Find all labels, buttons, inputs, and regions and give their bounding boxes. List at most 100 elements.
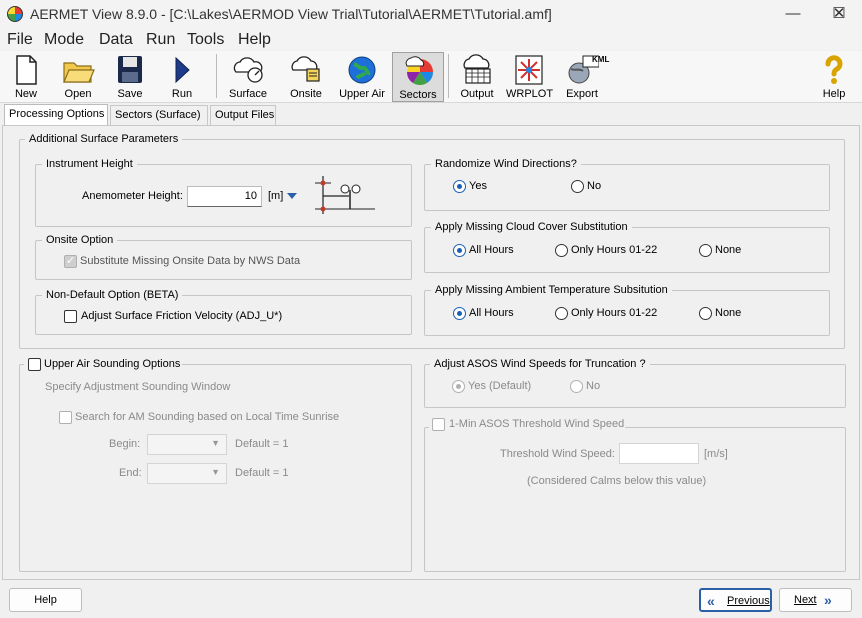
menu-help[interactable]: Help (238, 31, 271, 49)
chevron-down-icon: ▼ (211, 467, 220, 477)
sectors-label: Sectors (399, 89, 437, 101)
run-label: Run (171, 88, 193, 100)
open-button[interactable]: Open (56, 52, 100, 102)
cloud-all-hours-label: All Hours (469, 244, 514, 256)
threshold-checkbox[interactable] (432, 418, 445, 431)
chevron-right-icon: » (824, 592, 832, 608)
surface-label: Surface (229, 88, 267, 100)
menu-mode[interactable]: Mode (44, 31, 84, 49)
save-disk-icon (118, 56, 142, 83)
close-icon: ✕ (832, 5, 846, 22)
temp-none-radio[interactable] (699, 307, 712, 320)
threshold-title: 1-Min ASOS Threshold Wind Speed (449, 418, 625, 430)
randomize-yes-label: Yes (469, 180, 487, 192)
anemometer-unit: [m] (268, 190, 284, 202)
temp-only-hours-radio[interactable] (555, 307, 568, 320)
instrument-height-title: Instrument Height (42, 158, 137, 170)
cloud-none-label: None (715, 244, 742, 256)
tab-output-files[interactable]: Output Files (210, 105, 276, 125)
anemometer-height-label: Anemometer Height: (82, 190, 183, 202)
output-label: Output (460, 88, 494, 100)
save-button[interactable]: Save (108, 52, 152, 102)
non-default-title: Non-Default Option (BETA) (42, 289, 183, 301)
minimize-icon (770, 0, 816, 28)
ambient-temp-title: Apply Missing Ambient Temperature Subsit… (431, 284, 672, 296)
save-label: Save (117, 88, 143, 100)
cloud-cover-title: Apply Missing Cloud Cover Substitution (431, 221, 632, 233)
randomize-yes-radio[interactable] (453, 180, 466, 193)
tab-processing-options[interactable]: Processing Options (4, 104, 108, 126)
search-am-sounding-checkbox[interactable] (59, 411, 72, 424)
open-label: Open (64, 88, 92, 100)
tab-sectors-surface[interactable]: Sectors (Surface) (110, 105, 208, 125)
menu-tools[interactable]: Tools (187, 31, 224, 49)
upper-air-checkbox[interactable] (28, 358, 41, 371)
unit-dropdown-icon[interactable] (286, 192, 298, 200)
temp-none-label: None (715, 307, 742, 319)
end-select[interactable]: ▼ (147, 463, 227, 484)
run-button[interactable]: Run (160, 52, 204, 102)
onsite-weather-icon (291, 56, 320, 82)
asos-no-label: No (586, 380, 601, 392)
window-title: AERMET View 8.9.0 - [C:\Lakes\AERMOD Vie… (30, 6, 552, 22)
cloud-only-hours-label: Only Hours 01-22 (571, 244, 658, 256)
search-am-sounding-label: Search for AM Sounding based on Local Ti… (75, 411, 340, 423)
menu-run[interactable]: Run (146, 31, 175, 49)
kml-badge: KML (592, 55, 610, 64)
substitute-onsite-label: Substitute Missing Onsite Data by NWS Da… (80, 255, 301, 267)
threshold-label: Threshold Wind Speed: (500, 448, 615, 460)
randomize-no-radio[interactable] (571, 180, 584, 193)
upper-air-button[interactable]: Upper Air (336, 52, 388, 102)
sectors-button[interactable]: Sectors (392, 52, 444, 102)
begin-default: Default = 1 (235, 438, 289, 450)
surface-button[interactable]: Surface (222, 52, 274, 102)
new-file-icon (16, 55, 37, 85)
new-label: New (14, 88, 37, 100)
new-button[interactable]: New (4, 52, 48, 102)
anemometer-height-input[interactable]: 10 (187, 186, 262, 207)
sounding-window-label: Specify Adjustment Sounding Window (45, 381, 231, 393)
randomize-title: Randomize Wind Directions? (431, 158, 581, 170)
begin-select[interactable]: ▼ (147, 434, 227, 455)
menu-file[interactable]: File (7, 31, 33, 49)
adjust-friction-checkbox[interactable] (64, 310, 77, 323)
app-icon (7, 6, 23, 22)
help-toolbar-label: Help (822, 88, 846, 100)
threshold-unit: [m/s] (704, 448, 728, 460)
chevron-down-icon: ▼ (211, 438, 220, 448)
next-label: Next (794, 594, 817, 606)
wrplot-button[interactable]: WRPLOT (506, 52, 554, 102)
menu-data[interactable]: Data (99, 31, 133, 49)
toolbar-separator (216, 54, 217, 98)
previous-label: Previous (727, 595, 770, 607)
upper-air-title: Upper Air Sounding Options (44, 358, 181, 370)
wrplot-label: WRPLOT (506, 88, 554, 100)
export-button[interactable]: KML Export (558, 52, 610, 102)
anemometer-diagram-icon (315, 176, 375, 214)
asos-no-radio[interactable] (570, 380, 583, 393)
calms-note: (Considered Calms below this value) (527, 475, 707, 487)
cloud-all-hours-radio[interactable] (453, 244, 466, 257)
surface-weather-icon (233, 57, 263, 83)
substitute-onsite-checkbox[interactable] (64, 254, 77, 268)
asos-yes-radio[interactable] (452, 380, 465, 393)
next-button[interactable]: Next » (779, 588, 852, 612)
cloud-none-radio[interactable] (699, 244, 712, 257)
begin-label: Begin: (109, 438, 141, 450)
temp-all-hours-radio[interactable] (453, 307, 466, 320)
help-button[interactable]: Help (9, 588, 82, 612)
previous-button[interactable]: « Previous (699, 588, 772, 612)
open-folder-icon (63, 62, 95, 83)
threshold-input[interactable] (619, 443, 699, 464)
output-button[interactable]: Output (454, 52, 500, 102)
run-arrow-icon (175, 56, 190, 84)
upper-air-label: Upper Air (339, 88, 385, 100)
sectors-pie-icon (405, 56, 434, 86)
cloud-only-hours-radio[interactable] (555, 244, 568, 257)
help-toolbar-button[interactable]: Help (812, 52, 856, 102)
end-label: End: (119, 467, 142, 479)
onsite-label: Onsite (290, 88, 322, 100)
asos-title: Adjust ASOS Wind Speeds for Truncation ? (430, 358, 650, 370)
temp-only-hours-label: Only Hours 01-22 (571, 307, 658, 319)
onsite-button[interactable]: Onsite (280, 52, 332, 102)
